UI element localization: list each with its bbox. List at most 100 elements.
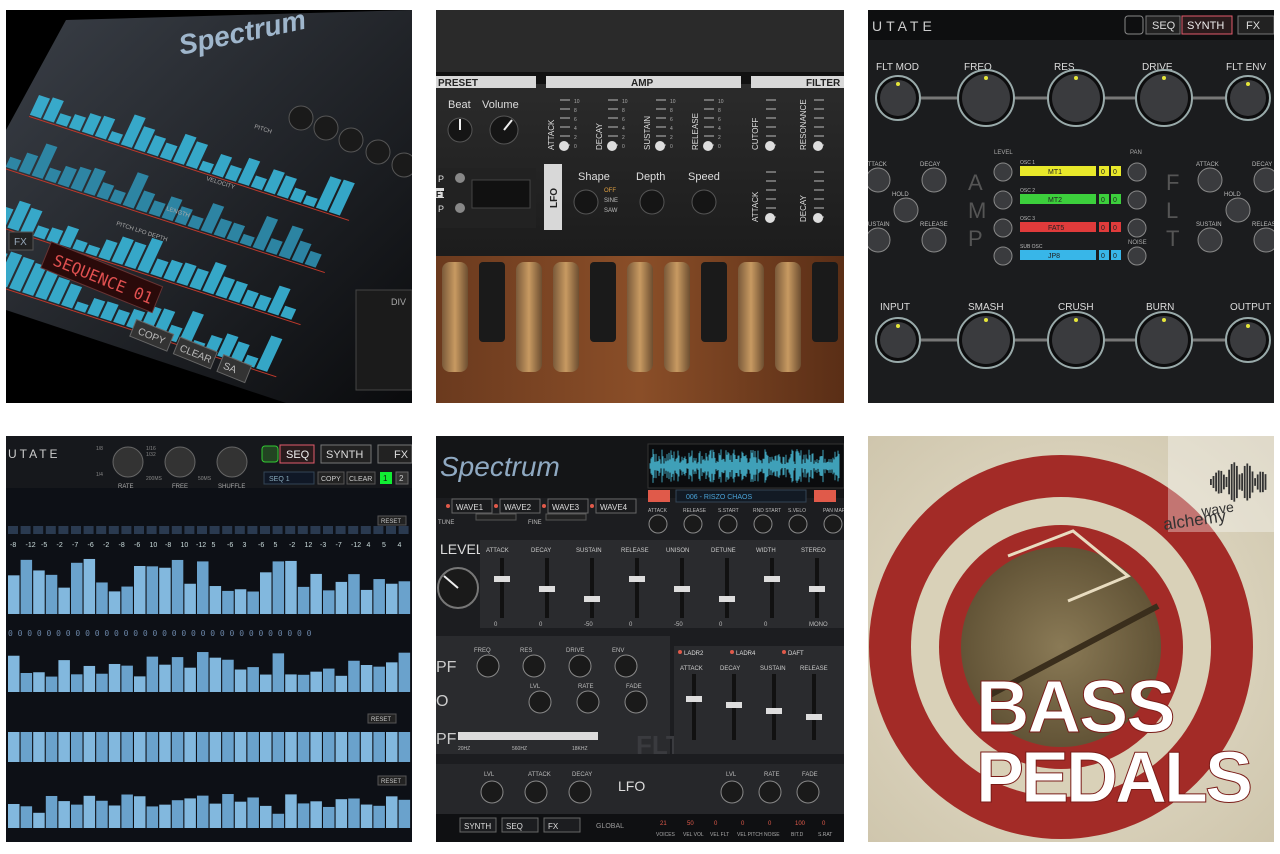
step-bar[interactable] <box>386 662 398 692</box>
res-knob[interactable] <box>1052 74 1100 122</box>
step-indicator[interactable] <box>33 526 44 534</box>
drawbar-key[interactable] <box>738 262 764 372</box>
envelope-knob[interactable] <box>868 167 891 193</box>
step-bar[interactable] <box>146 732 159 762</box>
step-bar[interactable] <box>247 732 259 762</box>
amp-slider-handle[interactable] <box>494 576 510 582</box>
step-bar[interactable] <box>209 657 222 692</box>
step-indicator[interactable] <box>146 526 157 534</box>
step-indicator[interactable] <box>209 526 220 534</box>
black-key[interactable] <box>701 262 727 342</box>
step-bar[interactable] <box>234 669 247 692</box>
step-bar[interactable] <box>108 805 121 828</box>
step-bar[interactable] <box>247 591 259 614</box>
amp-slider-handle[interactable] <box>674 586 690 592</box>
amp-slider-handle[interactable] <box>559 141 569 151</box>
step-bar[interactable] <box>184 583 196 614</box>
drawbar-key[interactable] <box>442 262 468 372</box>
step-bar[interactable] <box>386 583 398 614</box>
step-bar[interactable] <box>71 732 83 762</box>
step-indicator[interactable] <box>121 526 132 534</box>
top-knob[interactable] <box>753 514 773 534</box>
amp-slider-handle[interactable] <box>719 596 735 602</box>
step-bar[interactable] <box>159 804 171 828</box>
step-indicator[interactable] <box>197 526 207 534</box>
step-bar[interactable] <box>297 674 310 692</box>
lfo2-knob[interactable] <box>758 780 782 804</box>
step-indicator[interactable] <box>184 526 195 534</box>
step-bar[interactable] <box>260 805 272 828</box>
step-bar[interactable] <box>96 800 108 828</box>
step-bar[interactable] <box>373 579 385 614</box>
flt-knob[interactable] <box>476 654 500 678</box>
step-bar[interactable] <box>45 795 58 828</box>
filter-slider-handle[interactable] <box>765 213 775 223</box>
step-bar[interactable] <box>184 732 196 762</box>
step-bar[interactable] <box>159 664 171 692</box>
step-bar[interactable] <box>108 663 121 692</box>
step-bar[interactable] <box>348 574 360 614</box>
step-bar[interactable] <box>83 795 96 828</box>
step-bar[interactable] <box>146 566 159 614</box>
step-bar[interactable] <box>20 559 33 614</box>
step-bar[interactable] <box>335 675 348 692</box>
lfo-speed-knob[interactable] <box>691 189 717 215</box>
flt-env-slider-handle[interactable] <box>726 702 742 708</box>
step-indicator[interactable] <box>83 526 94 534</box>
step-bar[interactable] <box>310 671 322 692</box>
step-bar[interactable] <box>373 666 385 692</box>
osc-level-knob[interactable] <box>993 162 1013 182</box>
osc-pan-knob[interactable] <box>1127 162 1147 182</box>
step-bar[interactable] <box>360 732 373 762</box>
step-bar[interactable] <box>222 659 234 692</box>
step-bar[interactable] <box>58 801 70 828</box>
step-indicator[interactable] <box>234 526 245 534</box>
black-key[interactable] <box>590 262 616 342</box>
envelope-knob[interactable] <box>893 197 919 223</box>
step-bar[interactable] <box>96 582 108 614</box>
step-bar[interactable] <box>398 581 411 614</box>
step-bar[interactable] <box>297 586 310 614</box>
envelope-knob[interactable] <box>921 167 947 193</box>
step-indicator[interactable] <box>45 526 56 534</box>
top-knob[interactable] <box>648 514 668 534</box>
lfo-depth-knob[interactable] <box>639 189 665 215</box>
step-indicator[interactable] <box>134 526 144 534</box>
step-bar[interactable] <box>184 798 196 828</box>
step-bar[interactable] <box>272 653 285 692</box>
step-indicator[interactable] <box>398 526 409 534</box>
flt-knob[interactable] <box>522 654 546 678</box>
step-bar[interactable] <box>96 732 108 762</box>
step-indicator[interactable] <box>71 526 81 534</box>
bottom-knob[interactable] <box>568 780 592 804</box>
step-bar[interactable] <box>134 676 146 692</box>
amp-slider-handle[interactable] <box>629 576 645 582</box>
smash-knob[interactable] <box>962 316 1010 364</box>
step-indicator[interactable] <box>8 526 18 534</box>
step-bar[interactable] <box>323 668 335 692</box>
lfo-knob[interactable] <box>624 690 648 714</box>
step-bar[interactable] <box>260 674 272 692</box>
step-bar[interactable] <box>197 795 209 828</box>
step-bar[interactable] <box>398 652 411 692</box>
free-knob[interactable] <box>164 446 196 478</box>
step-bar[interactable] <box>121 586 133 614</box>
step-indicator[interactable] <box>260 526 270 534</box>
osc-level-knob[interactable] <box>993 246 1013 266</box>
step-bar[interactable] <box>348 732 360 762</box>
step-bar[interactable] <box>58 660 70 692</box>
step-bar[interactable] <box>348 660 360 692</box>
step-bar[interactable] <box>184 667 196 692</box>
osc-pan-knob[interactable] <box>1127 190 1147 210</box>
step-bar[interactable] <box>58 732 70 762</box>
step-bar[interactable] <box>209 803 222 828</box>
step-indicator[interactable] <box>360 526 371 534</box>
step-indicator[interactable] <box>285 526 296 534</box>
step-indicator[interactable] <box>348 526 359 534</box>
step-bar[interactable] <box>272 813 285 828</box>
bottom-knob[interactable] <box>524 780 548 804</box>
step-bar[interactable] <box>8 732 20 762</box>
top-knob[interactable] <box>683 514 703 534</box>
step-bar[interactable] <box>398 732 411 762</box>
drawbar-key[interactable] <box>516 262 542 372</box>
